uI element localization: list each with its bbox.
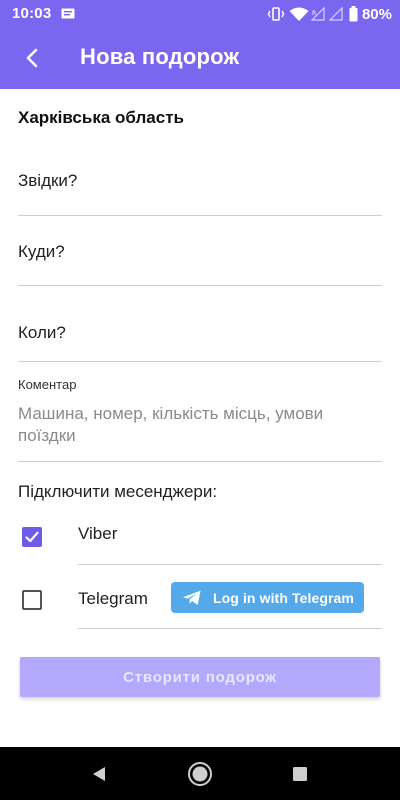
viber-label: Viber [78,524,118,543]
app-bar: Нова подорож [0,28,400,89]
back-button[interactable] [14,40,50,76]
telegram-plane-icon [183,590,201,605]
telegram-login-button[interactable]: Log in with Telegram [171,582,364,613]
viber-divider [78,564,382,565]
from-field-underline [18,215,382,216]
battery-icon [349,6,358,22]
signal-icon [328,7,343,21]
comment-label: Коментар [18,377,77,392]
messengers-title: Підключити месенджери: [18,482,218,501]
message-icon [61,7,75,19]
check-icon [25,531,39,543]
to-field-label: Куди? [18,242,65,261]
page-title: Нова подорож [80,44,240,69]
from-field[interactable]: Звідки? [18,171,382,216]
create-trip-button[interactable]: Створити подорож [20,657,380,697]
battery-percent: 80% [361,5,392,23]
status-icons: R 80% [267,5,392,23]
vibrate-icon [267,7,285,21]
viber-checkbox[interactable] [22,527,42,547]
nav-recents-button[interactable] [287,761,313,787]
comment-input[interactable]: Машина, номер, кількість місць, умови по… [18,403,378,447]
to-field-underline [18,285,382,286]
status-bar: 10:03 R 80% [0,0,400,28]
status-time: 10:03 [12,5,52,22]
arrow-back-icon [26,48,38,68]
square-recents-icon [293,767,307,781]
telegram-login-label: Log in with Telegram [213,589,354,606]
triangle-back-icon [93,767,105,781]
when-field-label: Коли? [18,323,66,342]
telegram-label: Telegram [78,589,148,608]
nav-home-button[interactable] [187,761,213,787]
to-field[interactable]: Куди? [18,242,382,286]
wifi-icon [289,7,309,22]
when-field[interactable]: Коли? [18,323,382,362]
system-nav-bar [0,747,400,800]
signal-icon: R [310,7,325,21]
comment-underline [18,461,382,462]
nav-back-button[interactable] [86,761,112,787]
svg-text:R: R [312,10,316,17]
region-title: Харківська область [18,108,184,127]
header: 10:03 R 80% Нова подорож [0,0,400,89]
from-field-label: Звідки? [18,171,78,190]
when-field-underline [18,361,382,362]
circle-home-icon [188,762,212,786]
telegram-checkbox[interactable] [22,590,42,610]
comment-field[interactable]: Коментар Машина, номер, кількість місць,… [18,377,382,462]
telegram-divider [78,628,382,629]
